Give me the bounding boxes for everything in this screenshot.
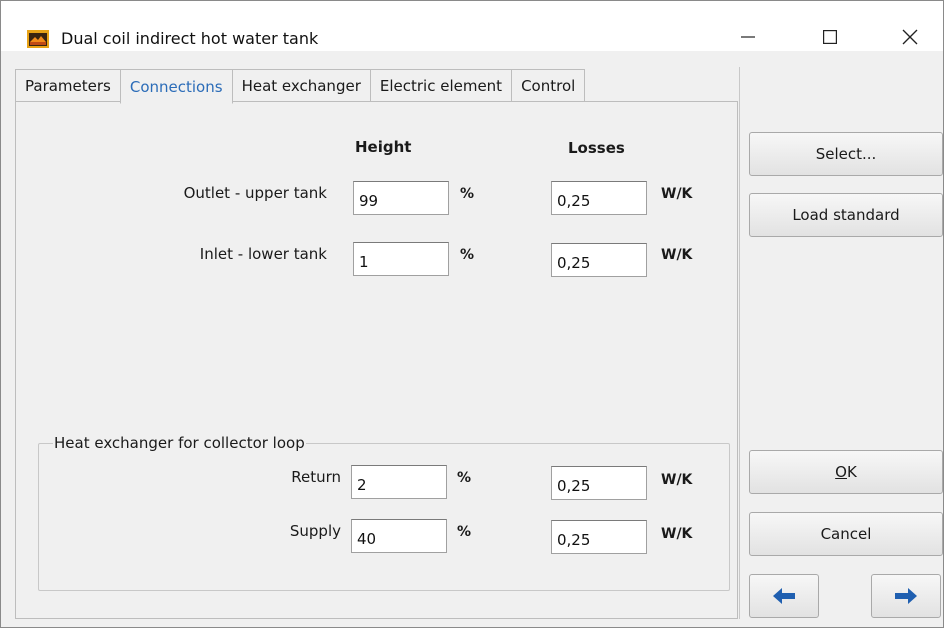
- back-button[interactable]: [749, 574, 819, 618]
- return-label: Return: [291, 468, 341, 486]
- outlet-upper-tank-label: Outlet - upper tank: [183, 184, 327, 202]
- arrow-right-icon: [895, 588, 917, 604]
- cancel-button[interactable]: Cancel: [749, 512, 943, 556]
- outlet-losses-unit: W/K: [661, 186, 693, 202]
- ok-label-rest: K: [846, 463, 857, 481]
- minimize-button[interactable]: [725, 21, 771, 53]
- collector-loop-group-title: Heat exchanger for collector loop: [53, 434, 306, 452]
- inlet-height-field[interactable]: 1: [353, 242, 449, 276]
- vertical-divider: [739, 67, 740, 619]
- close-button[interactable]: [887, 21, 933, 53]
- supply-losses-unit: W/K: [661, 526, 693, 542]
- maximize-button[interactable]: [807, 21, 853, 53]
- inlet-lower-tank-label: Inlet - lower tank: [199, 245, 327, 263]
- forward-button[interactable]: [871, 574, 941, 618]
- tab-heat-exchanger[interactable]: Heat exchanger: [231, 69, 371, 102]
- outlet-height-field[interactable]: 99: [353, 181, 449, 215]
- arrow-left-icon: [773, 588, 795, 604]
- height-column-header: Height: [355, 138, 412, 156]
- maximize-icon: [823, 30, 837, 44]
- losses-column-header: Losses: [568, 139, 625, 157]
- dialog-window: Dual coil indirect hot water tank Parame…: [0, 0, 944, 628]
- tab-strip: Parameters Connections Heat exchanger El…: [15, 69, 586, 104]
- inlet-height-unit: %: [460, 247, 475, 263]
- supply-losses-field[interactable]: 0,25: [551, 520, 647, 554]
- supply-label: Supply: [289, 522, 341, 540]
- outlet-losses-field[interactable]: 0,25: [551, 181, 647, 215]
- select-button[interactable]: Select...: [749, 132, 943, 176]
- ok-mnemonic: O: [835, 463, 847, 481]
- minimize-icon: [741, 36, 755, 38]
- return-losses-field[interactable]: 0,25: [551, 466, 647, 500]
- return-height-field[interactable]: 2: [351, 465, 447, 499]
- tab-connections[interactable]: Connections: [119, 69, 233, 104]
- supply-height-field[interactable]: 40: [351, 519, 447, 553]
- window-title: Dual coil indirect hot water tank: [61, 29, 319, 48]
- ok-button[interactable]: OK: [749, 450, 943, 494]
- return-height-unit: %: [457, 470, 472, 486]
- inlet-losses-field[interactable]: 0,25: [551, 243, 647, 277]
- tab-electric-element[interactable]: Electric element: [369, 69, 513, 102]
- load-standard-button[interactable]: Load standard: [749, 193, 943, 237]
- outlet-height-unit: %: [460, 186, 475, 202]
- inlet-losses-unit: W/K: [661, 247, 693, 263]
- tab-parameters[interactable]: Parameters: [15, 69, 121, 102]
- app-icon: [27, 30, 49, 48]
- return-losses-unit: W/K: [661, 472, 693, 488]
- tab-control[interactable]: Control: [511, 69, 586, 102]
- supply-height-unit: %: [457, 524, 472, 540]
- close-icon: [902, 29, 918, 45]
- title-bar: Dual coil indirect hot water tank: [1, 1, 943, 51]
